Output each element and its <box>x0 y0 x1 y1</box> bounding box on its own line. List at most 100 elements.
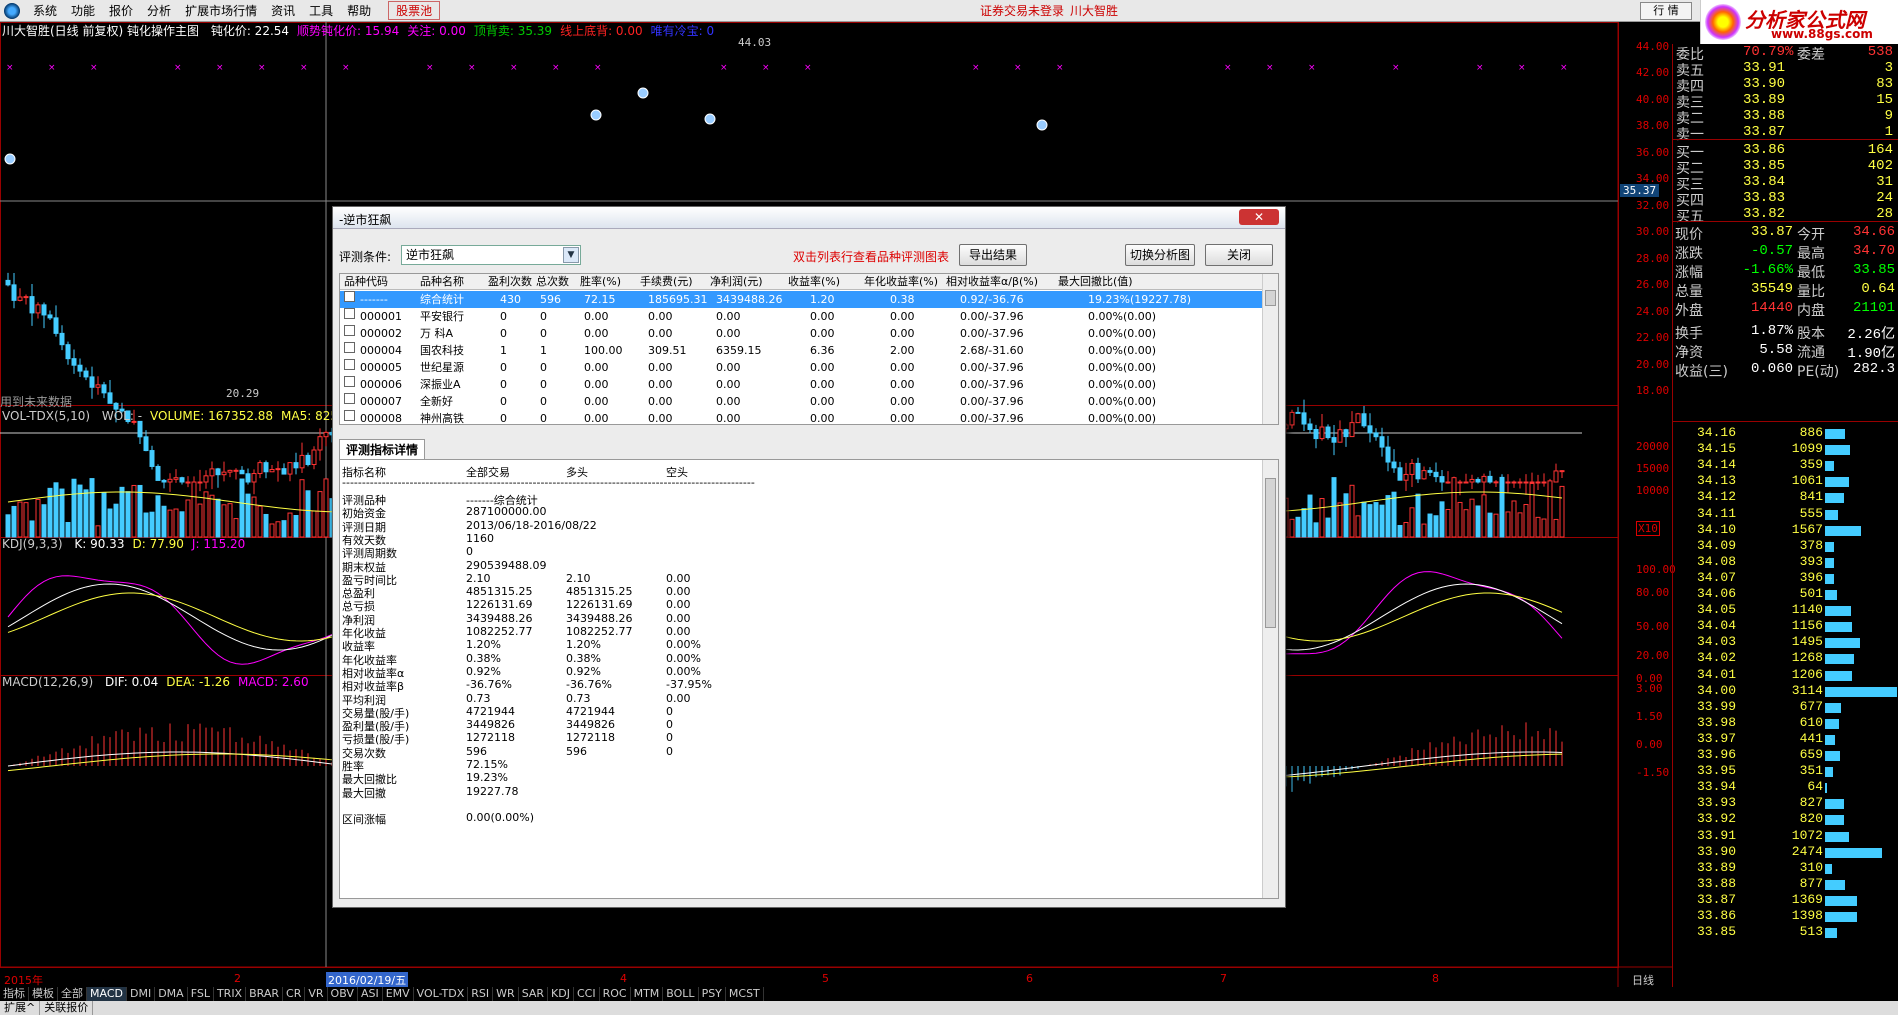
indicator-tab[interactable]: MCST <box>726 987 764 1001</box>
signal-mark: × <box>762 63 770 73</box>
candle-body <box>1439 476 1445 483</box>
column-header[interactable]: 相对收益率α/β(%) <box>946 274 1038 290</box>
volume-bar <box>323 478 329 538</box>
indicator-tab[interactable]: EMV <box>383 987 414 1001</box>
menu-item[interactable]: 扩展市场行情 <box>178 2 264 19</box>
table-scrollbar[interactable] <box>1262 274 1278 424</box>
menu-item[interactable]: 工具 <box>302 2 340 19</box>
table-cell: 全新好 <box>420 395 453 408</box>
indicator-tab[interactable]: SAR <box>519 987 549 1001</box>
column-header[interactable]: 品种名称 <box>420 274 464 290</box>
menu-item[interactable]: 功能 <box>64 2 102 19</box>
table-row[interactable]: 000002 万 科A 0 0 0.00 0.00 0.00 0.00 0.00 0.00/-37… <box>340 325 1264 342</box>
table-scroll-thumb[interactable] <box>1265 290 1276 306</box>
column-header[interactable]: 胜率(%) <box>580 274 621 290</box>
tick-price: 34.14 <box>1697 457 1737 473</box>
column-header[interactable]: 手续费(元) <box>640 274 693 290</box>
table-row[interactable]: 000001 平安银行 0 0 0.00 0.00 0.00 0.00 0.00 0.00/-37… <box>340 308 1264 325</box>
export-button[interactable]: 导出结果 <box>959 244 1027 266</box>
column-header[interactable]: 品种代码 <box>344 274 388 290</box>
column-header[interactable]: 年化收益率(%) <box>864 274 938 290</box>
menu-stockpool[interactable]: 股票池 <box>388 1 441 20</box>
dialog-close-icon[interactable]: ✕ <box>1239 209 1279 225</box>
quote-value: 0.64 <box>1861 281 1895 297</box>
detail-scrollbar[interactable] <box>1262 460 1278 898</box>
indicator-tab[interactable]: OBV <box>328 987 358 1001</box>
indicator-tab[interactable]: 全部 <box>58 987 87 1001</box>
tick-volume: 1061 <box>1791 473 1823 489</box>
tick-row: 33.88 877 <box>1673 876 1898 892</box>
condition-select[interactable]: 逆市狂飙 ▼ <box>401 245 581 265</box>
chevron-down-icon[interactable]: ▼ <box>563 247 579 263</box>
indicator-tab[interactable]: DMI <box>127 987 156 1001</box>
table-cell: 0.00 <box>890 412 915 425</box>
indicator-tab[interactable]: 模板 <box>29 987 58 1001</box>
detail-cell: 290539488.09 <box>466 558 547 572</box>
table-row[interactable]: 000006 深振业A 0 0 0.00 0.00 0.00 0.00 0.00 0.00/-37… <box>340 376 1264 393</box>
indicator-tab[interactable]: CCI <box>574 987 600 1001</box>
candle-body <box>71 358 77 366</box>
indicator-tab[interactable]: WR <box>493 987 519 1001</box>
indicator-tab[interactable]: ASI <box>358 987 383 1001</box>
indicator-tab[interactable]: RSI <box>468 987 494 1001</box>
volume-bar <box>71 478 77 538</box>
row-checkbox[interactable] <box>344 342 355 353</box>
indicator-tab[interactable]: DMA <box>155 987 188 1001</box>
indicator-tab[interactable]: BRAR <box>246 987 284 1001</box>
row-checkbox[interactable] <box>344 359 355 370</box>
hq-button[interactable]: 行 情 <box>1640 2 1692 20</box>
table-row[interactable]: ------- 综合统计 430 596 72.15 185695.31 3439488.2… <box>340 291 1264 308</box>
column-header[interactable]: 收益率(%) <box>788 274 840 290</box>
table-cell: 0.00%(0.00) <box>1088 361 1157 374</box>
table-row[interactable]: 000008 神州高铁 0 0 0.00 0.00 0.00 0.00 0.00 0.00/-37… <box>340 410 1264 425</box>
tick-row: 34.07 396 <box>1673 570 1898 586</box>
tick-row: 34.16 886 <box>1673 425 1898 441</box>
indicator-tab[interactable]: TRIX <box>214 987 247 1001</box>
table-row[interactable]: 000004 国农科技 1 1 100.00 309.51 6359.15 6.36 2.00 2… <box>340 342 1264 359</box>
detail-scroll-thumb[interactable] <box>1265 478 1276 628</box>
dialog-titlebar[interactable]: -逆市狂飙 ✕ <box>333 207 1285 229</box>
table-row[interactable]: 000007 全新好 0 0 0.00 0.00 0.00 0.00 0.00 0.00/-37.… <box>340 393 1264 410</box>
row-checkbox[interactable] <box>344 325 355 336</box>
close-button[interactable]: 关闭 <box>1205 244 1273 266</box>
column-header[interactable]: 净利润(元) <box>710 274 763 290</box>
column-header[interactable]: 总次数 <box>536 274 569 290</box>
indicator-tab[interactable]: CR <box>283 987 306 1001</box>
menu-item[interactable]: 系统 <box>26 2 64 19</box>
row-checkbox[interactable] <box>344 393 355 404</box>
status-tab[interactable]: 扩展^ <box>0 1001 41 1015</box>
volume-bar <box>149 511 155 538</box>
result-table[interactable]: 品种代码 品种名称 盈利次数 总次数 胜率(%) 手续费(元) 净利润(元) 收益率(%) 年化… <box>339 273 1279 425</box>
indicator-tab[interactable]: MACD <box>87 987 127 1001</box>
column-header[interactable]: 盈利次数 <box>488 274 532 290</box>
dialog-title: -逆市狂飙 <box>339 213 392 227</box>
column-header[interactable]: 最大回撤比(值) <box>1058 274 1133 290</box>
menu-item[interactable]: 帮助 <box>340 2 378 19</box>
table-cell: 0.00 <box>584 327 609 340</box>
row-checkbox[interactable] <box>344 291 355 302</box>
candle-body <box>65 344 71 360</box>
menu-item[interactable]: 资讯 <box>264 2 302 19</box>
indicator-tab[interactable]: 指标 <box>0 987 29 1001</box>
row-checkbox[interactable] <box>344 308 355 319</box>
table-row[interactable]: 000005 世纪星源 0 0 0.00 0.00 0.00 0.00 0.00 0.00/-37… <box>340 359 1264 376</box>
app-icon[interactable] <box>4 2 20 19</box>
volume-bar <box>281 520 287 538</box>
indicator-tab[interactable]: BOLL <box>663 987 699 1001</box>
status-tab[interactable]: 关联报价 <box>40 1001 94 1015</box>
indicator-tab[interactable]: KDJ <box>548 987 574 1001</box>
indicator-tab[interactable]: VR <box>305 987 328 1001</box>
menu-item[interactable]: 报价 <box>102 2 140 19</box>
menu-item[interactable]: 分析 <box>140 2 178 19</box>
detail-cell: 3449826 <box>466 718 515 732</box>
tab-detail[interactable]: 评测指标详情 <box>339 439 426 459</box>
indicator-tab[interactable]: MTM <box>631 987 664 1001</box>
switch-chart-button[interactable]: 切换分析图 <box>1125 244 1195 266</box>
indicator-tab[interactable]: VOL-TDX <box>414 987 469 1001</box>
row-checkbox[interactable] <box>344 376 355 387</box>
indicator-tab[interactable]: FSL <box>188 987 214 1001</box>
signal-mark: × <box>6 63 14 73</box>
indicator-tab[interactable]: PSY <box>699 987 726 1001</box>
row-checkbox[interactable] <box>344 410 355 421</box>
indicator-tab[interactable]: ROC <box>600 987 631 1001</box>
